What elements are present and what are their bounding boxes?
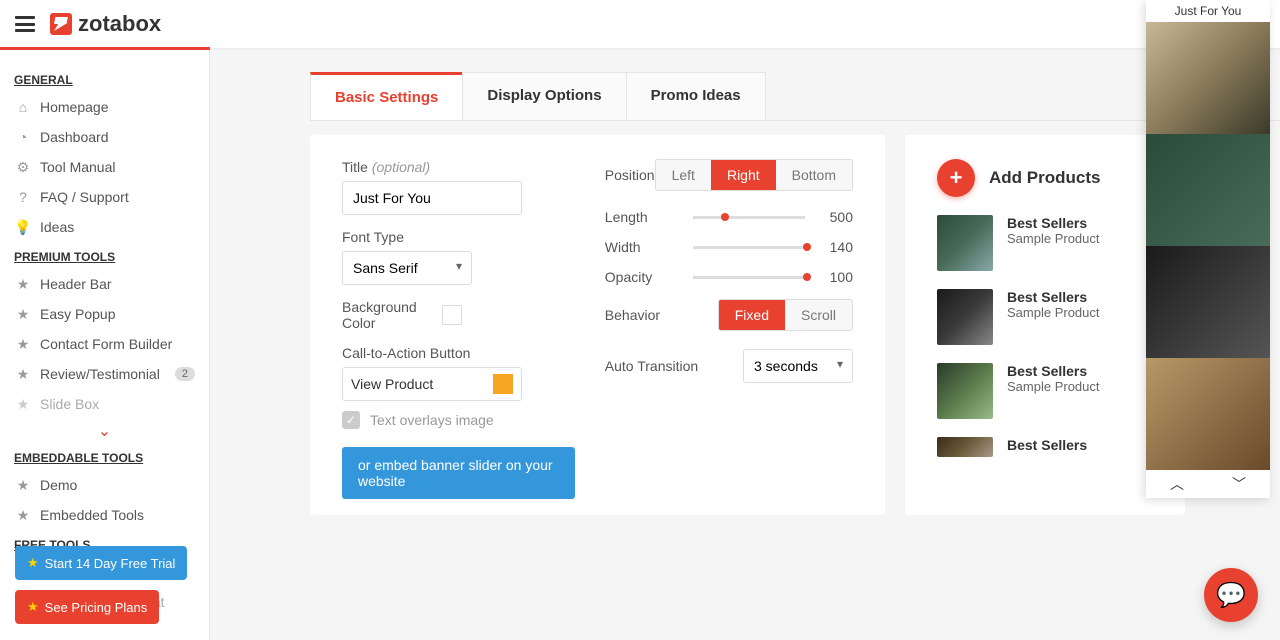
chat-icon: 💬: [1216, 581, 1246, 610]
product-item[interactable]: Best SellersSample Product: [937, 363, 1153, 419]
position-left[interactable]: Left: [656, 160, 711, 190]
preview-image[interactable]: [1146, 246, 1270, 358]
sidebar-item-header-bar[interactable]: ★Header Bar: [0, 269, 209, 299]
embed-button[interactable]: or embed banner slider on your website: [342, 447, 575, 499]
star-icon: ★: [27, 599, 39, 615]
behavior-fixed[interactable]: Fixed: [719, 300, 785, 330]
behavior-segment: Fixed Scroll: [718, 299, 853, 331]
tab-promo-ideas[interactable]: Promo Ideas: [626, 72, 766, 120]
preview-image[interactable]: [1146, 358, 1270, 470]
hamburger-icon[interactable]: [15, 16, 35, 32]
sidebar-item-review[interactable]: ★Review/Testimonial2: [0, 359, 209, 389]
star-icon: ★: [14, 335, 32, 353]
tab-basic-settings[interactable]: Basic Settings: [310, 72, 463, 120]
position-right[interactable]: Right: [711, 160, 776, 190]
product-item[interactable]: Best SellersSample Product: [937, 215, 1153, 271]
bgcolor-label: Background Color: [342, 299, 422, 331]
sidebar-item-ideas[interactable]: 💡Ideas: [0, 212, 209, 242]
product-thumb: [937, 289, 993, 345]
sidebar-item-tool-manual[interactable]: ⚙Tool Manual: [0, 152, 209, 182]
product-item[interactable]: Best Sellers: [937, 437, 1153, 457]
position-bottom[interactable]: Bottom: [776, 160, 852, 190]
opacity-slider[interactable]: [693, 276, 805, 279]
main-area: Showcase Slider OFF SAVE Basic Settings …: [210, 50, 1280, 640]
opacity-label: Opacity: [605, 269, 685, 285]
star-icon: ★: [14, 395, 32, 413]
bgcolor-swatch[interactable]: [442, 305, 462, 325]
bulb-icon: 💡: [14, 218, 32, 236]
star-icon: ★: [14, 506, 32, 524]
tab-display-options[interactable]: Display Options: [462, 72, 626, 120]
font-label: Font Type: [342, 229, 575, 245]
pricing-button[interactable]: ★See Pricing Plans: [15, 590, 159, 624]
behavior-label: Behavior: [605, 307, 660, 323]
chat-button[interactable]: 💬: [1204, 568, 1258, 622]
preview-slider: Just For You ︿ ﹀: [1146, 0, 1270, 498]
width-label: Width: [605, 239, 685, 255]
top-header: zotabox: [0, 0, 1280, 50]
title-input[interactable]: [342, 181, 522, 215]
sidebar: GENERAL ⌂Homepage ◔Dashboard ⚙Tool Manua…: [0, 50, 210, 640]
star-icon: ★: [14, 476, 32, 494]
chevron-up-icon[interactable]: ︿: [1170, 474, 1184, 494]
section-general: GENERAL: [0, 65, 209, 92]
sidebar-item-homepage[interactable]: ⌂Homepage: [0, 92, 209, 122]
logo[interactable]: zotabox: [50, 11, 161, 37]
chevron-down-icon[interactable]: ⌄: [0, 419, 209, 443]
badge-count: 2: [175, 367, 195, 381]
preview-image[interactable]: [1146, 22, 1270, 134]
free-trial-button[interactable]: ★Start 14 Day Free Trial: [15, 546, 187, 580]
gear-icon: ⚙: [14, 158, 32, 176]
home-icon: ⌂: [14, 98, 32, 116]
add-product-button[interactable]: +: [937, 159, 975, 197]
sidebar-item-dashboard[interactable]: ◔Dashboard: [0, 122, 209, 152]
tabs: Basic Settings Display Options Promo Ide…: [310, 72, 1280, 121]
settings-panel: Title (optional) Font Type Sans Serif Ba…: [310, 135, 885, 515]
star-icon: ★: [14, 305, 32, 323]
preview-image[interactable]: [1146, 134, 1270, 246]
cta-input[interactable]: View Product: [342, 367, 522, 401]
sidebar-item-faq[interactable]: ?FAQ / Support: [0, 182, 209, 212]
product-thumb: [937, 437, 993, 457]
width-slider[interactable]: [693, 246, 805, 249]
product-thumb: [937, 215, 993, 271]
question-icon: ?: [14, 188, 32, 206]
preview-nav: ︿ ﹀: [1146, 470, 1270, 498]
behavior-scroll[interactable]: Scroll: [785, 300, 852, 330]
cta-label: Call-to-Action Button: [342, 345, 575, 361]
title-label: Title (optional): [342, 159, 575, 175]
star-icon: ★: [14, 275, 32, 293]
logo-icon: [50, 13, 72, 35]
star-icon: ★: [14, 365, 32, 383]
cta-color-swatch[interactable]: [493, 374, 513, 394]
section-embeddable: EMBEDDABLE TOOLS: [0, 443, 209, 470]
sidebar-item-easy-popup[interactable]: ★Easy Popup: [0, 299, 209, 329]
chevron-down-icon[interactable]: ﹀: [1232, 474, 1246, 494]
overlay-checkbox[interactable]: ✓: [342, 411, 360, 429]
products-panel: + Add Products Best SellersSample Produc…: [905, 135, 1185, 515]
sidebar-item-embedded-tools[interactable]: ★Embedded Tools: [0, 500, 209, 530]
overlay-label: Text overlays image: [370, 412, 494, 428]
product-thumb: [937, 363, 993, 419]
sidebar-item-slide-box[interactable]: ★Slide Box: [0, 389, 209, 419]
star-icon: ★: [27, 555, 39, 571]
auto-label: Auto Transition: [605, 358, 698, 374]
section-premium: PREMIUM TOOLS: [0, 242, 209, 269]
product-item[interactable]: Best SellersSample Product: [937, 289, 1153, 345]
auto-transition-select[interactable]: 3 seconds: [743, 349, 853, 383]
add-products-label: Add Products: [989, 168, 1100, 188]
position-label: Position: [605, 167, 655, 183]
font-select[interactable]: Sans Serif: [342, 251, 472, 285]
position-segment: Left Right Bottom: [655, 159, 853, 191]
length-slider[interactable]: [693, 216, 805, 219]
sidebar-item-contact-form[interactable]: ★Contact Form Builder: [0, 329, 209, 359]
brand-name: zotabox: [78, 11, 161, 37]
preview-title: Just For You: [1146, 0, 1270, 22]
sidebar-item-demo[interactable]: ★Demo: [0, 470, 209, 500]
length-label: Length: [605, 209, 685, 225]
gauge-icon: ◔: [14, 128, 32, 146]
